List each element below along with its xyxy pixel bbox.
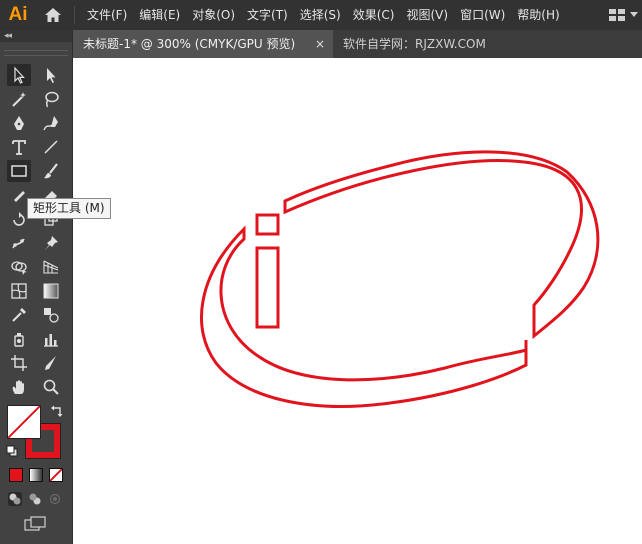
magnifier-icon [43,379,59,395]
lasso-icon [45,91,59,108]
default-fill-stroke-icon[interactable] [6,445,18,457]
gradient-mode-button[interactable] [29,468,43,482]
menu-type[interactable]: 文字(T) [241,0,294,30]
symbol-sprayer-tool[interactable] [7,328,31,350]
blend-icon [44,308,59,323]
slice-tool[interactable] [39,352,63,374]
curvature-tool[interactable] [39,112,63,134]
menu-effect[interactable]: 效果(C) [347,0,401,30]
close-icon[interactable]: × [315,30,325,58]
draw-normal-icon [9,493,21,505]
menu-bar: Ai 文件(F) 编辑(E) 对象(O) 文字(T) 选择(S) 效果(C) 视… [0,0,642,30]
selection-arrow-icon [14,66,25,84]
letter-i-dot[interactable] [255,213,280,236]
tools-panel: ◂◂ [0,30,73,544]
pen-nib-icon [14,116,24,130]
rotate-icon [13,212,25,226]
document-tab-bar: 未标题-1* @ 300% (CMYK/GPU 预览) × 软件自学网：RJZX… [73,30,642,58]
perspective-grid-tool[interactable] [39,256,63,278]
draw-inside-button[interactable] [48,492,62,506]
rectangle-icon [11,165,27,177]
puppet-warp-tool[interactable] [7,232,31,254]
perspective-grid-icon [43,260,59,274]
rectangle-tool[interactable] [7,160,31,182]
menu-help[interactable]: 帮助(H) [511,0,565,30]
type-tool[interactable] [7,136,31,158]
tool-tooltip: 矩形工具 (M) [27,198,111,219]
shape-builder-tool[interactable] [7,256,31,278]
symbol-sprayer-icon [14,333,24,347]
none-mode-button[interactable] [49,468,63,482]
magic-wand-tool[interactable] [7,88,31,110]
tab-document-2[interactable]: 软件自学网：RJZXW.COM [343,30,486,58]
workspace-switcher[interactable] [608,0,638,30]
swap-fill-stroke-icon[interactable] [50,404,64,418]
chevron-down-icon [630,12,638,17]
type-t-icon [12,140,26,155]
menu-window[interactable]: 窗口(W) [454,0,511,30]
gradient-tool[interactable] [39,280,63,302]
screen-mode-button[interactable] [24,516,48,532]
menu-view[interactable]: 视图(V) [400,0,454,30]
letter-i-stem[interactable] [255,246,280,329]
none-slash-icon [8,406,40,438]
paintbrush-tool[interactable] [39,160,63,182]
menu-select[interactable]: 选择(S) [294,0,347,30]
screen-mode-icon [24,516,46,531]
toolbar-grip[interactable] [4,50,68,56]
none-slash-icon [50,469,62,481]
menu-file[interactable]: 文件(F) [81,0,133,30]
column-graph-tool[interactable] [39,328,63,350]
pen-tool[interactable] [7,112,31,134]
shape-builder-icon [11,261,27,275]
tab-document-active[interactable]: 未标题-1* @ 300% (CMYK/GPU 预览) × [73,30,333,58]
pin-icon [45,236,58,250]
eyedropper-icon [12,308,26,322]
draw-inside-icon [49,493,61,505]
curvature-pen-icon [43,116,58,131]
zoom-tool[interactable] [39,376,63,398]
artboard-icon [11,355,27,371]
menu-edit[interactable]: 编辑(E) [133,0,186,30]
hand-tool[interactable] [7,376,31,398]
gradient-icon [43,283,59,299]
hand-icon [12,380,24,394]
menu-object[interactable]: 对象(O) [186,0,241,30]
magic-wand-icon [12,92,26,107]
selection-tool[interactable] [7,64,31,86]
artboard-canvas[interactable] [73,58,642,544]
artboard-tool[interactable] [7,352,31,374]
direct-selection-arrow-icon [47,68,56,83]
draw-behind-icon [29,493,41,505]
lasso-tool[interactable] [39,88,63,110]
mesh-tool[interactable] [7,280,31,302]
blend-tool[interactable] [39,304,63,326]
tab-title: 未标题-1* @ 300% (CMYK/GPU 预览) [83,37,296,51]
eyedropper-tool[interactable] [7,304,31,326]
line-segment-icon [44,140,58,154]
paintbrush-icon [44,163,58,179]
line-segment-tool[interactable] [39,136,63,158]
home-icon[interactable] [36,0,70,30]
fill-swatch[interactable] [7,405,41,439]
outer-ring[interactable] [199,150,600,408]
shaper-pencil-icon [14,191,25,202]
puppet-warp-icon [12,238,25,249]
mesh-icon [11,283,27,299]
color-mode-button[interactable] [9,468,23,482]
draw-behind-button[interactable] [28,492,42,506]
draw-normal-button[interactable] [8,492,22,506]
toolbar-collapse-button[interactable]: ◂◂ [0,30,72,42]
column-graph-icon [44,334,58,347]
slice-knife-icon [45,356,56,370]
app-logo: Ai [8,4,28,25]
artwork [199,150,600,408]
workspace-grid-icon [609,9,625,21]
direct-selection-tool[interactable] [39,64,63,86]
pin-tool[interactable] [39,232,63,254]
menu-divider [74,6,75,24]
